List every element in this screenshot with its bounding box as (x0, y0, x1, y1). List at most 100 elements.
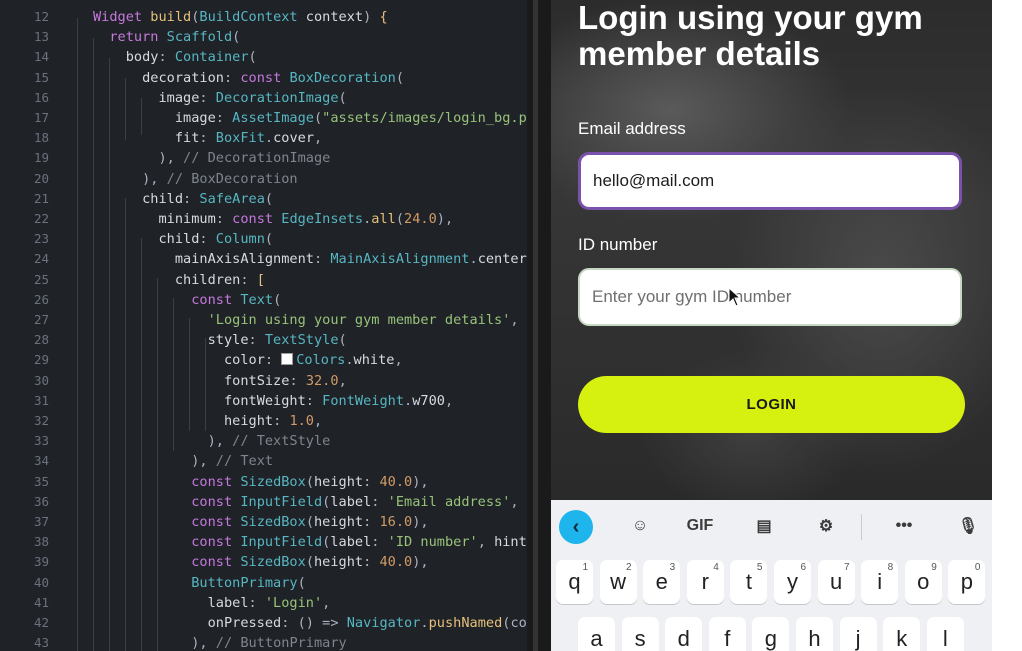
code-token: InputField (240, 493, 323, 510)
line-number: 20 (33, 170, 49, 186)
code-line[interactable]: style: TextStyle( (93, 330, 347, 350)
key-l[interactable]: l (926, 617, 964, 651)
key-f[interactable]: f (708, 617, 746, 651)
code-token: 'Login' (264, 594, 323, 611)
code-token: : (305, 392, 323, 409)
clipboard-icon[interactable]: ▤ (747, 512, 781, 540)
line-number: 28 (33, 332, 49, 348)
code-token: ), (436, 211, 454, 227)
code-line[interactable]: ), // ButtonPrimary (93, 633, 347, 651)
code-line[interactable]: color: Colors.white, (93, 350, 403, 370)
key-h[interactable]: h (796, 617, 833, 651)
code-token: Widget (93, 9, 143, 25)
indent-guide (205, 338, 206, 431)
code-token: fontWeight (223, 392, 306, 409)
line-number: 29 (33, 352, 49, 368)
back-icon[interactable]: ‹ (559, 510, 593, 544)
key-s[interactable]: s (621, 617, 659, 651)
code-editor[interactable]: 12 13 14 15 16 17 18 19 20 21 22 23 24 25 26 27 28 29 30 31… (0, 0, 527, 651)
page-title: Login using your gym member details (578, 0, 923, 72)
email-field[interactable]: hello@mail.com (578, 152, 962, 210)
key-label: w (610, 569, 627, 594)
id-number-field[interactable]: Enter your gym ID number (578, 268, 962, 326)
code-token: BoxDecoration (289, 69, 396, 86)
code-token: , (510, 493, 519, 510)
key-y[interactable]: 6y (774, 560, 811, 604)
more-icon[interactable]: ••• (887, 512, 921, 540)
code-line[interactable]: const InputField(label: 'ID number', hin… (93, 532, 527, 552)
code-token: , (314, 413, 323, 429)
code-line[interactable]: minimum: const EdgeInsets.all(24.0), (93, 209, 453, 229)
code-line[interactable]: Widget build(BuildContext context) { (93, 7, 388, 27)
code-line[interactable]: height: 1.0, (93, 411, 322, 431)
microphone-icon[interactable]: 🎙 (951, 512, 985, 540)
code-line[interactable]: const SizedBox(height: 40.0), (93, 552, 428, 572)
code-token: : (248, 332, 265, 349)
divider-handle[interactable] (533, 0, 538, 651)
key-e[interactable]: 3e (643, 560, 681, 604)
code-line[interactable]: label: 'Login', (93, 593, 331, 613)
key-t[interactable]: 5t (730, 560, 768, 604)
code-line[interactable]: body: Container( (93, 47, 257, 67)
code-token: height (314, 473, 364, 490)
code-line[interactable]: const Text( (93, 290, 281, 310)
code-line[interactable]: const SizedBox(height: 16.0), (93, 512, 428, 532)
panel-divider[interactable] (527, 0, 551, 651)
key-a[interactable]: a (578, 617, 615, 651)
key-i[interactable]: 8i (861, 560, 899, 604)
code-token: : (158, 49, 175, 66)
code-token: build (150, 9, 192, 25)
code-token: . (469, 251, 478, 268)
key-q[interactable]: 1q (556, 560, 593, 604)
code-line[interactable]: child: SafeArea( (93, 189, 273, 209)
code-token: decoration (142, 69, 224, 86)
key-u[interactable]: 7u (817, 560, 855, 604)
code-line[interactable]: onPressed: () => Navigator.pushNamed(co (93, 613, 527, 633)
key-d[interactable]: d (665, 617, 703, 651)
code-line[interactable]: ), // Text (93, 451, 273, 471)
key-o[interactable]: 9o (904, 560, 942, 604)
code-token: Column (215, 231, 265, 248)
code-line[interactable]: fit: BoxFit.cover, (93, 128, 322, 148)
code-line[interactable]: const SizedBox(height: 40.0), (93, 472, 428, 492)
key-label: j (855, 626, 861, 651)
code-token: : (215, 211, 233, 227)
code-token: : (223, 69, 241, 86)
sticker-icon[interactable]: ☺ (623, 512, 657, 540)
key-g[interactable]: g (752, 617, 790, 651)
code-token: const (191, 473, 233, 490)
code-token: label (330, 493, 372, 510)
key-r[interactable]: 4r (686, 560, 724, 604)
code-token: image (174, 110, 216, 126)
code-line[interactable]: image: AssetImage("assets/images/login_b… (93, 108, 527, 128)
code-token: Scaffold (166, 29, 233, 46)
code-line[interactable]: ), // TextStyle (93, 431, 331, 451)
code-line[interactable]: mainAxisAlignment: MainAxisAlignment.cen… (93, 249, 527, 269)
code-line[interactable]: image: DecorationImage( (93, 88, 346, 108)
id-label: ID number (578, 235, 658, 254)
code-line[interactable]: fontWeight: FontWeight.w700, (93, 391, 453, 411)
code-line[interactable]: child: Column( (93, 229, 273, 249)
key-p[interactable]: 0p (948, 560, 986, 604)
key-k[interactable]: k (883, 617, 921, 651)
key-label: f (724, 626, 731, 651)
login-button[interactable]: LOGIN (578, 376, 965, 433)
key-w[interactable]: 2w (599, 560, 637, 604)
code-line[interactable]: ), // BoxDecoration (93, 169, 298, 189)
code-line[interactable]: return Scaffold( (93, 27, 240, 47)
email-value: hello@mail.com (593, 171, 715, 190)
code-token: 40.0 (379, 473, 413, 490)
gif-button[interactable]: GIF (683, 512, 717, 540)
code-line[interactable]: decoration: const BoxDecoration( (93, 68, 404, 88)
code-line[interactable]: fontSize: 32.0, (93, 371, 347, 391)
settings-icon[interactable]: ⚙ (809, 512, 843, 540)
indent-guide (109, 58, 110, 651)
key-j[interactable]: j (839, 617, 877, 651)
key-hint: 1 (582, 562, 588, 573)
code-token: : (215, 110, 233, 126)
code-line[interactable]: ), // DecorationImage (93, 148, 330, 168)
code-line[interactable]: children: [ (93, 270, 265, 290)
